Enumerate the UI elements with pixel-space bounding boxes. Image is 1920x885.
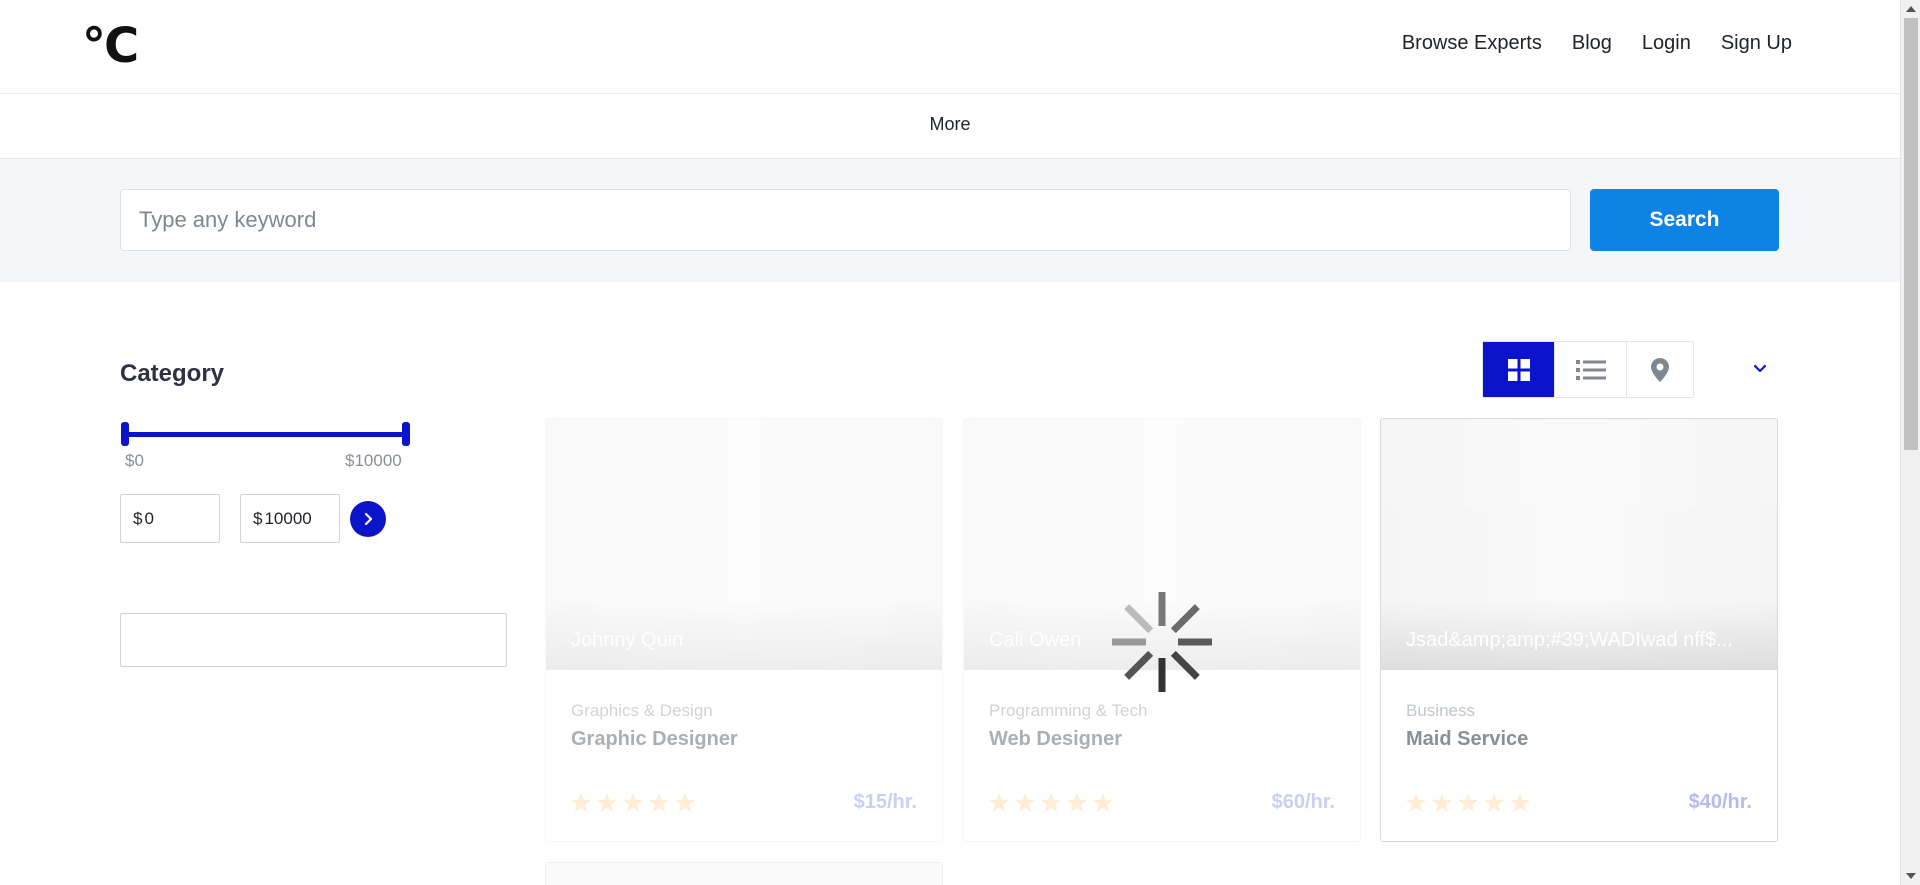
expert-card[interactable]: Jsad&amp;amp;#39;WADIwad nff$... Busines… (1380, 418, 1778, 842)
price-max-input[interactable] (264, 508, 335, 529)
scroll-down-arrow-icon[interactable] (1906, 873, 1916, 879)
currency-symbol: $ (253, 508, 263, 528)
star-icon (623, 793, 643, 812)
map-view-button[interactable] (1627, 342, 1693, 397)
page-scrollbar[interactable] (1900, 0, 1920, 885)
price-slider-max-handle[interactable] (402, 422, 410, 446)
price-min-input[interactable] (144, 508, 215, 529)
category-title: Category (120, 360, 225, 387)
expert-role: Graphic Designer (571, 728, 738, 750)
star-icon (1510, 793, 1530, 812)
star-icon (1067, 793, 1087, 812)
hourly-rate: $40/hr. (1688, 791, 1752, 813)
site-logo[interactable]: °C (82, 22, 139, 70)
nav-blog[interactable]: Blog (1572, 32, 1612, 55)
star-icon (1406, 793, 1426, 812)
price-slider-track[interactable] (125, 432, 406, 437)
star-rating (989, 793, 1113, 812)
nav-browse-experts[interactable]: Browse Experts (1402, 32, 1542, 55)
spinner-ray (1124, 650, 1154, 680)
map-pin-icon (1651, 357, 1669, 382)
sort-dropdown[interactable] (1748, 357, 1772, 381)
star-icon (675, 793, 695, 812)
expert-name: Jsad&amp;amp;#39;WADIwad nff$... (1406, 629, 1733, 651)
loading-spinner-icon (1112, 592, 1212, 692)
search-band: Search (0, 159, 1900, 282)
price-max-field[interactable]: $ (240, 494, 340, 543)
grid-icon (1507, 358, 1530, 381)
star-icon (1015, 793, 1035, 812)
star-icon (989, 793, 1009, 812)
star-icon (597, 793, 617, 812)
star-icon (1484, 793, 1504, 812)
site-header: °C Browse Experts Blog Login Sign Up (0, 0, 1900, 94)
price-slider-min-handle[interactable] (121, 422, 129, 446)
expert-role: Maid Service (1406, 728, 1529, 750)
star-icon (1041, 793, 1061, 812)
expert-role: Web Designer (989, 728, 1122, 750)
star-rating (1406, 793, 1530, 812)
expert-card-partial[interactable] (545, 862, 943, 885)
hourly-rate: $15/hr. (853, 791, 917, 813)
list-icon (1575, 359, 1606, 380)
view-toggle-group (1482, 341, 1694, 398)
star-rating (571, 793, 695, 812)
currency-symbol: $ (133, 508, 143, 528)
spinner-ray (1124, 604, 1154, 634)
price-min-field[interactable]: $ (120, 494, 220, 543)
chevron-right-icon (364, 512, 373, 526)
expert-category: Business (1406, 701, 1475, 720)
expert-name: Johnny Quin (571, 629, 684, 651)
expert-category: Programming & Tech (989, 701, 1148, 720)
nav-login[interactable]: Login (1642, 32, 1691, 55)
more-menu[interactable]: More (929, 114, 970, 135)
sidebar-filter-box[interactable] (120, 613, 507, 667)
apply-price-button[interactable] (350, 501, 386, 537)
scroll-up-arrow-icon[interactable] (1906, 6, 1916, 12)
expert-card[interactable]: Johnny Quin Graphics & Design Graphic De… (545, 418, 943, 842)
nav-sign-up[interactable]: Sign Up (1721, 32, 1792, 55)
star-icon (571, 793, 591, 812)
price-min-label: $0 (125, 451, 144, 470)
search-input[interactable] (120, 189, 1571, 251)
price-max-label: $10000 (345, 451, 402, 470)
main-nav: Browse Experts Blog Login Sign Up (1402, 32, 1792, 55)
list-view-button[interactable] (1555, 342, 1627, 397)
star-icon (649, 793, 669, 812)
star-icon (1458, 793, 1478, 812)
scroll-thumb[interactable] (1904, 18, 1918, 450)
spinner-ray (1170, 604, 1200, 634)
hourly-rate: $60/hr. (1271, 791, 1335, 813)
grid-view-button[interactable] (1483, 342, 1555, 397)
spinner-ray (1170, 650, 1200, 680)
chevron-down-icon (1753, 364, 1767, 373)
star-icon (1432, 793, 1452, 812)
sub-nav: More (0, 94, 1900, 159)
expert-category: Graphics & Design (571, 701, 713, 720)
search-button[interactable]: Search (1590, 189, 1779, 251)
star-icon (1093, 793, 1113, 812)
